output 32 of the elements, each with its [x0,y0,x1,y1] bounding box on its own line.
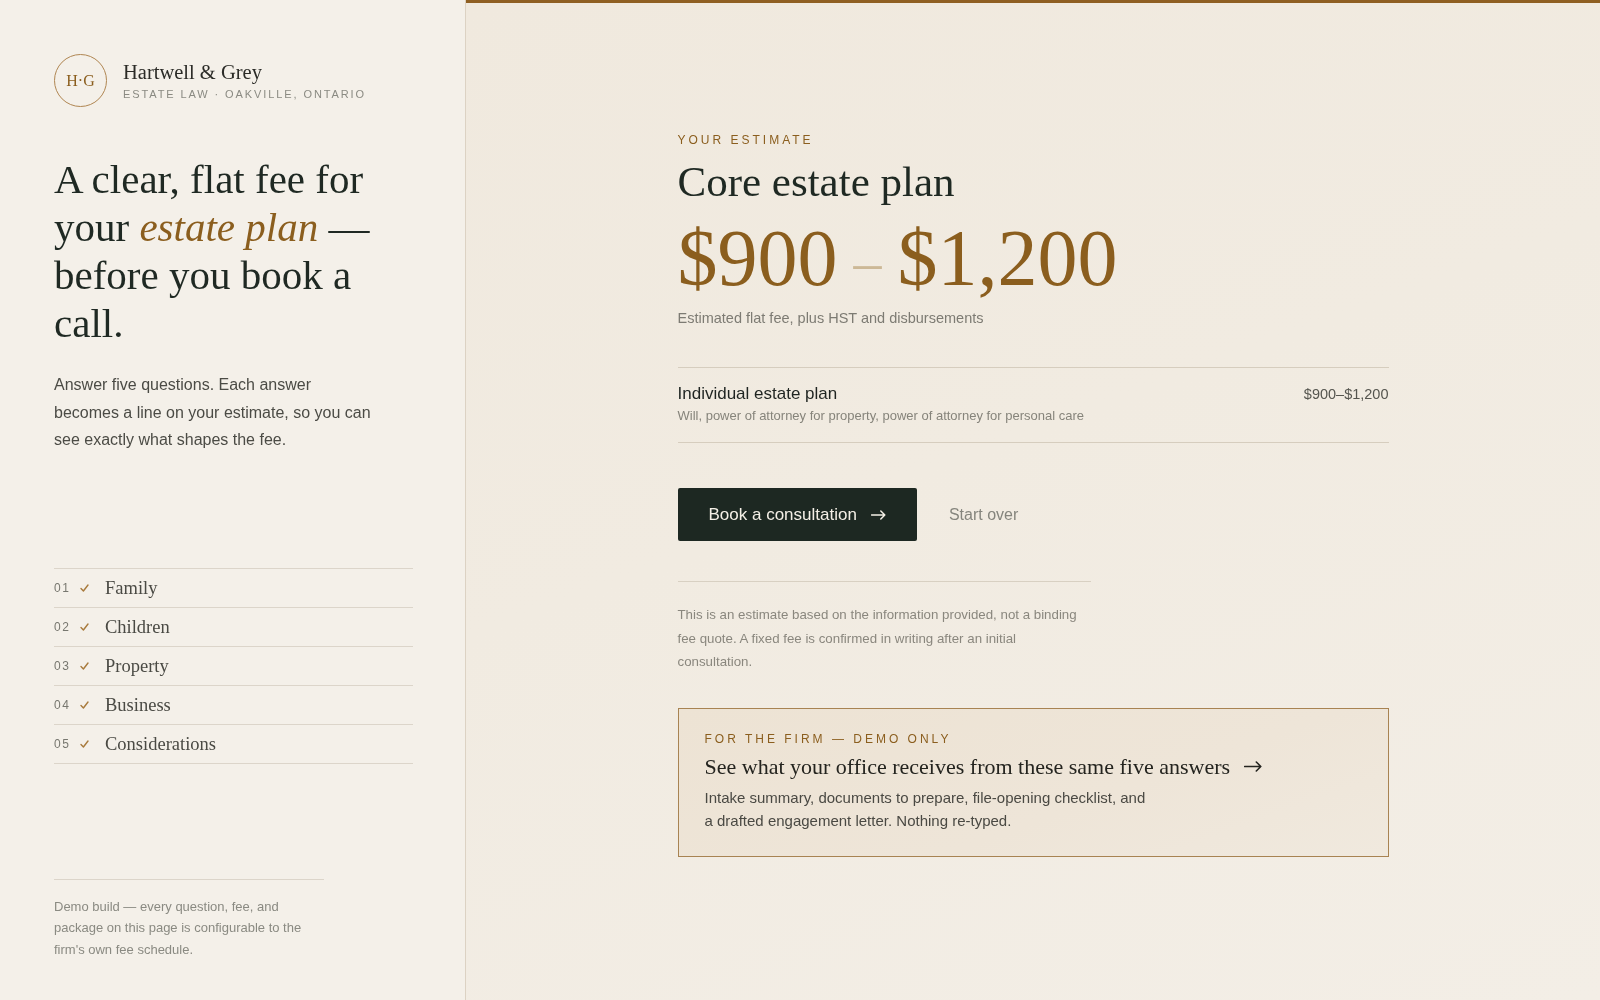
arrow-right-icon [870,509,886,520]
step-number: 02 [54,619,72,634]
card-text: Intake summary, documents to prepare, file-opening checklist, and a drafted engagement letter. Nothing re-typed. [704,787,1147,831]
price-note: Estimated flat fee, plus HST and disbursements [677,309,985,328]
firm-demo-card[interactable]: FOR THE FIRM — DEMO ONLY See what your office receives from these same five answers Intake summary, documents to prepare, file-opening checklist, and a drafted engagement letter. Nothing re-typed. [677,707,1389,857]
line-item-name: Individual estate plan [677,383,839,405]
footnote-text: Demo build — every question, fee, and package on this page is configurable to the firm's own fee schedule. [54,897,303,959]
card-eyebrow: FOR THE FIRM — DEMO ONLY [704,730,953,747]
estimate-eyebrow: YOUR ESTIMATE [677,132,815,148]
firm-name: Hartwell & Grey [123,60,263,84]
step-label[interactable]: Considerations [105,731,216,756]
price-high: $1,200 [897,218,1118,298]
book-consultation-button[interactable]: Book a consultation [677,488,917,541]
step-number: 01 [54,580,72,595]
card-title: See what your office receives from these same five answers [704,752,1231,781]
step-number: 05 [54,736,72,751]
page-heading: A clear, flat fee for your estate plan — before you book a call. [54,155,371,347]
step-number: 03 [54,658,72,673]
disclaimer-text: This is an estimate based on the information provided, not a binding fee quote. A fixed fee is confirmed in writing after an initial consultation. [677,606,1078,671]
intro-text: Answer five questions. Each answer becomes a line on your estimate, so you can see exactly what shapes the fee. [54,375,372,450]
price-low: $900 [677,218,838,298]
step-number: 04 [54,697,72,712]
step-label[interactable]: Family [105,575,158,600]
line-item-detail: Will, power of attorney for property, power of attorney for personal care [677,407,1085,425]
step-label[interactable]: Children [105,614,170,639]
step-label[interactable]: Business [105,692,171,717]
price-range-dash: – [853,234,882,290]
arrow-right-icon [1244,761,1263,772]
estimate-title: Core estate plan [677,157,956,207]
firm-tagline: ESTATE LAW · OAKVILLE, ONTARIO [123,87,367,101]
line-item-amount: $900–$1,200 [1303,385,1389,404]
step-label[interactable]: Property [105,653,169,678]
